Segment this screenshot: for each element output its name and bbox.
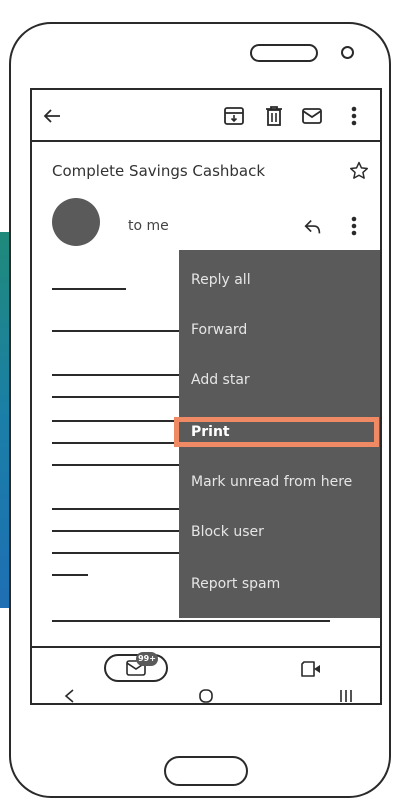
body-line bbox=[52, 374, 182, 376]
overflow-menu: Reply all Forward Add star Print Mark un… bbox=[174, 250, 380, 618]
body-line bbox=[52, 330, 182, 332]
body-line bbox=[52, 288, 126, 290]
body-line bbox=[52, 464, 182, 466]
email-toolbar bbox=[32, 90, 380, 142]
menu-item-mark-unread[interactable]: Mark unread from here bbox=[191, 474, 352, 490]
body-line bbox=[52, 396, 182, 398]
email-subject: Complete Savings Cashback bbox=[52, 162, 266, 180]
bottom-nav-divider bbox=[32, 646, 380, 648]
more-vertical-icon[interactable] bbox=[348, 214, 360, 238]
more-vertical-icon[interactable] bbox=[348, 104, 360, 128]
phone-speaker bbox=[250, 44, 318, 62]
home-icon[interactable] bbox=[198, 688, 214, 704]
star-icon[interactable] bbox=[348, 160, 370, 182]
menu-item-block-user[interactable]: Block user bbox=[191, 524, 264, 540]
body-line bbox=[52, 530, 182, 532]
recents-icon[interactable] bbox=[338, 688, 354, 704]
body-line bbox=[52, 620, 330, 622]
phone-camera bbox=[341, 46, 354, 59]
reply-icon[interactable] bbox=[302, 216, 324, 238]
menu-item-add-star[interactable]: Add star bbox=[191, 372, 250, 388]
body-line bbox=[52, 442, 182, 444]
body-line bbox=[52, 552, 182, 554]
menu-item-reply-all[interactable]: Reply all bbox=[191, 272, 251, 288]
menu-item-report-spam[interactable]: Report spam bbox=[191, 576, 280, 592]
menu-item-forward[interactable]: Forward bbox=[191, 322, 247, 338]
body-line bbox=[52, 508, 182, 510]
email-recipient: to me bbox=[128, 218, 169, 234]
sender-avatar bbox=[52, 198, 100, 246]
back-icon[interactable] bbox=[62, 688, 76, 704]
archive-icon[interactable] bbox=[222, 104, 246, 128]
phone-screen: Complete Savings Cashback to me Reply al… bbox=[30, 88, 382, 705]
back-arrow-icon[interactable] bbox=[40, 104, 64, 128]
mail-icon[interactable] bbox=[300, 104, 324, 128]
unread-count-badge: 99+ bbox=[136, 652, 158, 666]
phone-home-button[interactable] bbox=[164, 756, 248, 786]
body-line bbox=[52, 420, 182, 422]
body-line bbox=[52, 574, 88, 576]
menu-item-print[interactable]: Print bbox=[174, 417, 379, 447]
video-icon[interactable] bbox=[300, 660, 322, 678]
trash-icon[interactable] bbox=[262, 104, 286, 128]
